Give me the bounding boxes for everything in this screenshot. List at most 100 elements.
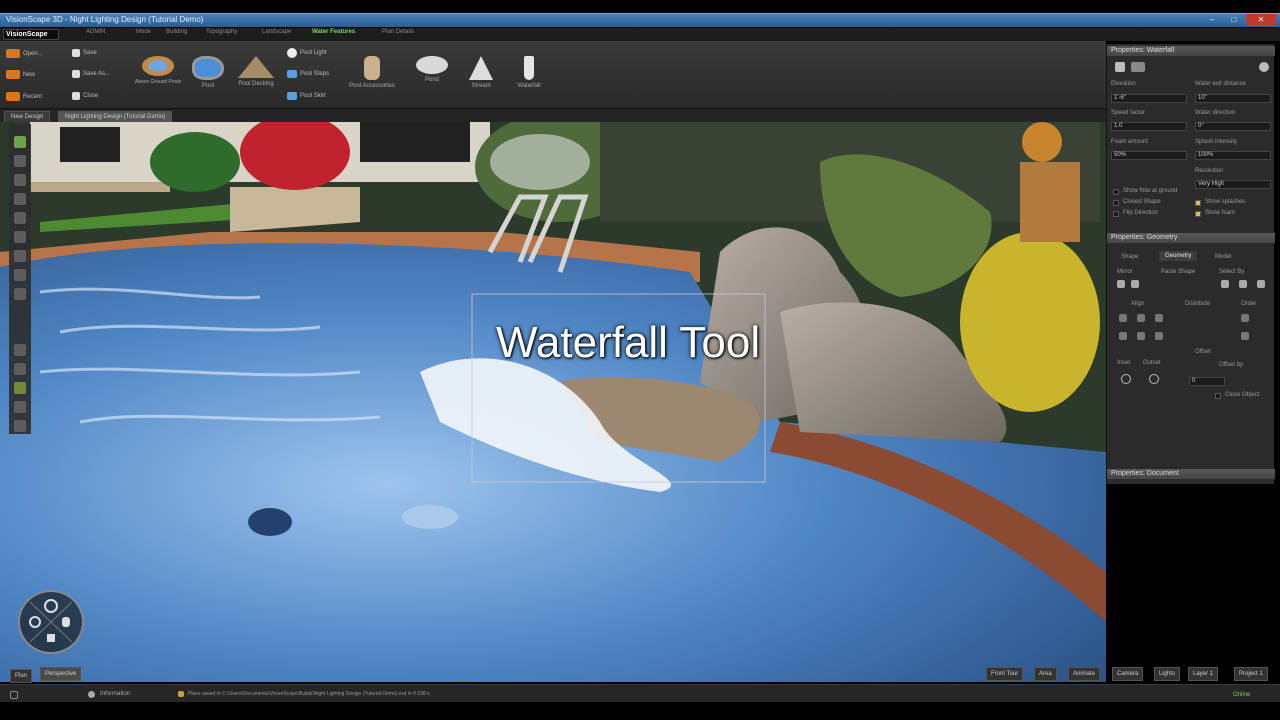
tool-label: Pond [424, 77, 439, 83]
open-label: Open... [23, 50, 43, 57]
recent-button[interactable]: Recent [6, 92, 42, 101]
tab-plan-view[interactable]: Plan [10, 669, 33, 683]
tab-perspective-view[interactable]: Perspective [40, 667, 82, 681]
show-foam-checkbox[interactable] [1195, 211, 1201, 217]
fullscreen-icon[interactable] [10, 691, 18, 699]
resolution-select[interactable]: Very High [1195, 180, 1271, 189]
delete-icon[interactable] [14, 363, 26, 375]
tool-stream[interactable]: Stream [465, 56, 497, 89]
menu-tab-mode[interactable]: Mode [136, 29, 151, 35]
tab-night-lighting-design[interactable]: Night Lighting Design (Tutorial Demo) [58, 111, 173, 122]
elevation-field[interactable]: 1'-6" [1111, 94, 1187, 103]
rotate-tool-icon[interactable] [14, 269, 26, 281]
show-splashes-checkbox[interactable] [1195, 200, 1201, 206]
tool-pool-accessories[interactable]: Pool Accessories [344, 56, 400, 89]
select-tool-icon[interactable] [14, 136, 26, 148]
pool-steps-button[interactable]: Pool Steps [287, 70, 329, 78]
edit-points-icon[interactable] [14, 231, 26, 243]
zoom-icon[interactable] [14, 288, 26, 300]
close-doc-button[interactable]: Close [72, 92, 98, 100]
outset-icon[interactable] [1149, 374, 1159, 384]
information-label[interactable]: Information [100, 691, 130, 697]
select-by-icon[interactable] [1239, 280, 1247, 288]
above-ground-pool-icon [142, 56, 174, 76]
properties-waterfall-header: Properties: Waterfall [1107, 46, 1275, 56]
material-icon[interactable] [14, 382, 26, 394]
lights-button[interactable]: Lights [1154, 667, 1181, 681]
pool-skirt-icon [287, 92, 297, 100]
tab-new-design[interactable]: New Design [4, 111, 51, 122]
project-button[interactable]: Project 1 [1234, 667, 1268, 681]
tool-pond[interactable]: Pond [414, 56, 450, 83]
offset-by-field[interactable]: 0 [1189, 377, 1225, 386]
inset-icon[interactable] [1121, 374, 1131, 384]
tab-model[interactable]: Model [1215, 254, 1231, 260]
eyedropper-icon[interactable] [14, 401, 26, 413]
align-center-icon[interactable] [1137, 314, 1145, 322]
perspective-viewport[interactable] [0, 122, 1106, 682]
menu-tab-landscape[interactable]: Landscape [262, 29, 291, 35]
menu-tab-building[interactable]: Building [166, 29, 187, 35]
menu-tab-admin[interactable]: ADMIN [86, 29, 105, 35]
undo-icon[interactable] [14, 420, 26, 432]
maximize-button[interactable]: □ [1224, 14, 1244, 26]
bring-forward-icon[interactable] [1241, 314, 1249, 322]
flip-direction-checkbox[interactable] [1113, 211, 1119, 217]
navigation-wheel[interactable] [18, 590, 84, 654]
front-tour-button[interactable]: Front Tour [986, 667, 1024, 681]
pool-skirt-button[interactable]: Pool Skirt [287, 92, 326, 100]
speed-factor-field[interactable]: 1.0 [1111, 122, 1187, 131]
new-button[interactable]: New [6, 70, 35, 79]
layer-button[interactable]: Layer 1 [1188, 667, 1219, 681]
save-button[interactable]: Save [72, 49, 97, 57]
select-by-icon[interactable] [1257, 280, 1265, 288]
align-left-icon[interactable] [1119, 314, 1127, 322]
exit-distance-label: Water exit distance [1195, 81, 1246, 87]
align-top-icon[interactable] [1119, 332, 1127, 340]
layers-icon[interactable] [14, 344, 26, 356]
align-middle-icon[interactable] [1137, 332, 1145, 340]
minimize-button[interactable]: – [1202, 14, 1222, 26]
align-bottom-icon[interactable] [1155, 332, 1163, 340]
tab-geometry[interactable]: Geometry [1159, 251, 1198, 261]
show-flow-checkbox[interactable] [1113, 189, 1119, 195]
close-object-checkbox[interactable] [1215, 393, 1221, 399]
material-swatch-icon[interactable] [1131, 62, 1145, 72]
exit-distance-field[interactable]: 10" [1195, 94, 1271, 103]
tool-waterfall[interactable]: Waterfall [512, 56, 546, 89]
tool-pool[interactable]: Pool [190, 56, 226, 89]
menu-tab-water-features[interactable]: Water Features [312, 29, 355, 35]
splash-intensity-field[interactable]: 100% [1195, 151, 1271, 160]
walk-icon[interactable] [14, 193, 26, 205]
menu-tab-topography[interactable]: Topography [206, 29, 237, 35]
select-by-icon[interactable] [1221, 280, 1229, 288]
align-right-icon[interactable] [1155, 314, 1163, 322]
menu-tab-plan-details[interactable]: Plan Details [382, 29, 414, 35]
save-as-label: Save As... [83, 71, 111, 77]
pool-steps-icon [287, 70, 297, 78]
area-button[interactable]: Area [1034, 667, 1057, 681]
tool-above-ground-pools[interactable]: Above Ground Pools [132, 56, 184, 85]
info-icon[interactable] [1259, 62, 1269, 72]
closed-shape-checkbox[interactable] [1113, 200, 1119, 206]
orbit-icon[interactable] [14, 155, 26, 167]
close-window-button[interactable]: ✕ [1246, 14, 1276, 26]
properties-document-header: Properties: Document [1107, 469, 1275, 479]
send-backward-icon[interactable] [1241, 332, 1249, 340]
pool-light-button[interactable]: Pool Light [287, 48, 327, 58]
tool-pool-decking[interactable]: Pool Decking [234, 56, 278, 87]
open-button[interactable]: Open... [6, 49, 43, 58]
flip-direction-label: Flip Direction [1123, 210, 1159, 216]
mirror-h-icon[interactable] [1117, 280, 1125, 288]
animate-button[interactable]: Animate [1068, 667, 1101, 681]
camera-button[interactable]: Camera [1112, 667, 1144, 681]
foam-amount-field[interactable]: 50% [1111, 151, 1187, 160]
pointer-icon[interactable] [14, 212, 26, 224]
save-as-button[interactable]: Save As... [72, 70, 110, 78]
tab-shape[interactable]: Shape [1121, 254, 1138, 260]
pan-icon[interactable] [14, 174, 26, 186]
app-logo: VisionScape [3, 29, 59, 40]
mirror-v-icon[interactable] [1131, 280, 1139, 288]
line-tool-icon[interactable] [14, 250, 26, 262]
water-direction-field[interactable]: 0° [1195, 122, 1271, 131]
